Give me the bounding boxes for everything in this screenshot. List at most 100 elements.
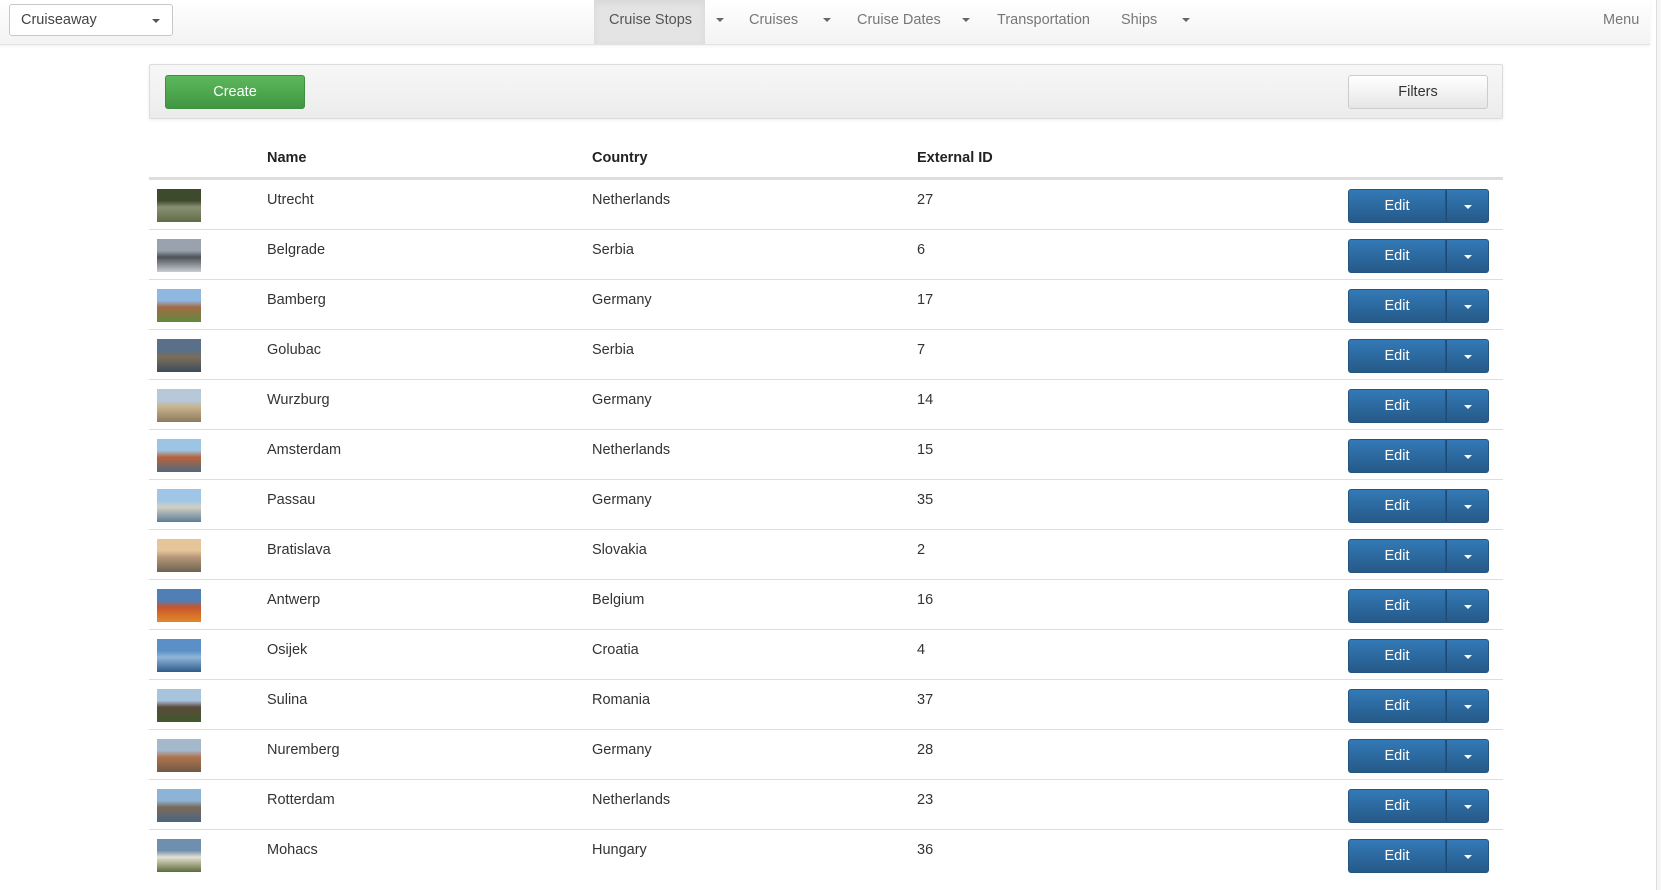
cruise-stop-thumbnail [157, 839, 201, 872]
edit-button[interactable]: Edit [1348, 439, 1446, 473]
edit-button[interactable]: Edit [1348, 839, 1446, 873]
cell-country: Romania [592, 692, 651, 708]
chevron-down-icon [1464, 705, 1472, 709]
table-row: Golubac Serbia 7 Edit [149, 329, 1503, 379]
cell-name: Sulina [267, 692, 308, 708]
edit-dropdown-toggle[interactable] [1446, 639, 1489, 673]
nav-tab-label: Ships [1121, 12, 1158, 28]
cell-country: Croatia [592, 642, 639, 658]
edit-button-group: Edit [1348, 489, 1489, 523]
menu-button[interactable]: Menu [1603, 0, 1639, 44]
cell-country: Serbia [592, 242, 634, 258]
chevron-down-icon [1464, 605, 1472, 609]
edit-button-group: Edit [1348, 189, 1489, 223]
edit-button[interactable]: Edit [1348, 389, 1446, 423]
edit-dropdown-toggle[interactable] [1446, 439, 1489, 473]
edit-button[interactable]: Edit [1348, 539, 1446, 573]
chevron-down-icon [1464, 655, 1472, 659]
brand-select[interactable]: Cruiseaway [9, 4, 173, 36]
edit-button[interactable]: Edit [1348, 789, 1446, 823]
cell-external-id: 17 [917, 292, 934, 308]
create-button[interactable]: Create [165, 75, 305, 109]
edit-button-group: Edit [1348, 789, 1489, 823]
cell-external-id: 28 [917, 742, 934, 758]
edit-dropdown-toggle[interactable] [1446, 339, 1489, 373]
edit-button-group: Edit [1348, 839, 1489, 873]
chevron-down-icon [1464, 505, 1472, 509]
cell-name: Passau [267, 492, 316, 508]
nav-tab-cruise-dates[interactable]: Cruise Dates [857, 0, 941, 44]
edit-button[interactable]: Edit [1348, 589, 1446, 623]
cruise-stop-thumbnail [157, 789, 201, 822]
edit-dropdown-toggle[interactable] [1446, 789, 1489, 823]
edit-button[interactable]: Edit [1348, 639, 1446, 673]
cell-name: Wurzburg [267, 392, 330, 408]
edit-dropdown-toggle[interactable] [1446, 589, 1489, 623]
cell-external-id: 27 [917, 192, 934, 208]
cruise-stops-table: Name Country External ID Utrecht Netherl… [149, 140, 1503, 879]
cell-country: Germany [592, 492, 652, 508]
cell-country: Netherlands [592, 442, 671, 458]
edit-dropdown-toggle[interactable] [1446, 739, 1489, 773]
nav-tab-transportation[interactable]: Transportation [997, 0, 1090, 44]
edit-button[interactable]: Edit [1348, 739, 1446, 773]
edit-button[interactable]: Edit [1348, 189, 1446, 223]
edit-button-group: Edit [1348, 339, 1489, 373]
table-row: Belgrade Serbia 6 Edit [149, 229, 1503, 279]
cell-external-id: 16 [917, 592, 934, 608]
top-navbar: Cruiseaway Cruise Stops Cruises Cruise D… [0, 0, 1650, 45]
edit-dropdown-toggle[interactable] [1446, 839, 1489, 873]
cell-name: Golubac [267, 342, 322, 358]
cell-external-id: 35 [917, 492, 934, 508]
cruise-stop-thumbnail [157, 739, 201, 772]
edit-button[interactable]: Edit [1348, 339, 1446, 373]
nav-dropdown-cruises[interactable] [817, 0, 837, 44]
cell-name: Rotterdam [267, 792, 335, 808]
edit-button-group: Edit [1348, 439, 1489, 473]
edit-button-group: Edit [1348, 289, 1489, 323]
cruise-stop-thumbnail [157, 289, 201, 322]
nav-tab-cruise-stops[interactable]: Cruise Stops [594, 0, 705, 44]
brand-select-value: Cruiseaway [21, 12, 97, 28]
action-toolbar: Create Filters [149, 64, 1503, 119]
chevron-down-icon [1464, 805, 1472, 809]
page-scrollbar[interactable] [1656, 0, 1661, 890]
nav-tab-ships[interactable]: Ships [1121, 0, 1157, 44]
edit-button[interactable]: Edit [1348, 239, 1446, 273]
cell-name: Belgrade [267, 242, 326, 258]
edit-dropdown-toggle[interactable] [1446, 239, 1489, 273]
cruise-stop-thumbnail [157, 439, 201, 472]
chevron-down-icon [1464, 755, 1472, 759]
edit-dropdown-toggle[interactable] [1446, 539, 1489, 573]
cell-name: Osijek [267, 642, 308, 658]
column-header-name[interactable]: Name [267, 150, 307, 166]
edit-dropdown-toggle[interactable] [1446, 289, 1489, 323]
table-row: Amsterdam Netherlands 15 Edit [149, 429, 1503, 479]
column-header-country[interactable]: Country [592, 150, 648, 166]
cruise-stop-thumbnail [157, 639, 201, 672]
edit-dropdown-toggle[interactable] [1446, 689, 1489, 723]
edit-button-group: Edit [1348, 689, 1489, 723]
column-header-external-id[interactable]: External ID [917, 150, 993, 166]
filters-button[interactable]: Filters [1348, 75, 1488, 109]
table-row: Utrecht Netherlands 27 Edit [149, 179, 1503, 229]
cell-external-id: 36 [917, 842, 934, 858]
edit-button[interactable]: Edit [1348, 289, 1446, 323]
nav-dropdown-cruise-dates[interactable] [956, 0, 976, 44]
cell-country: Netherlands [592, 192, 671, 208]
edit-dropdown-toggle[interactable] [1446, 189, 1489, 223]
nav-dropdown-ships[interactable] [1176, 0, 1196, 44]
edit-button[interactable]: Edit [1348, 489, 1446, 523]
table-header: Name Country External ID [149, 140, 1503, 179]
edit-dropdown-toggle[interactable] [1446, 489, 1489, 523]
edit-button-group: Edit [1348, 589, 1489, 623]
edit-button-group: Edit [1348, 389, 1489, 423]
cell-name: Bratislava [267, 542, 331, 558]
table-row: Rotterdam Netherlands 23 Edit [149, 779, 1503, 829]
nav-tab-cruises[interactable]: Cruises [749, 0, 798, 44]
cell-external-id: 6 [917, 242, 926, 258]
edit-dropdown-toggle[interactable] [1446, 389, 1489, 423]
table-row: Nuremberg Germany 28 Edit [149, 729, 1503, 779]
nav-dropdown-cruise-stops[interactable] [710, 0, 730, 44]
edit-button[interactable]: Edit [1348, 689, 1446, 723]
